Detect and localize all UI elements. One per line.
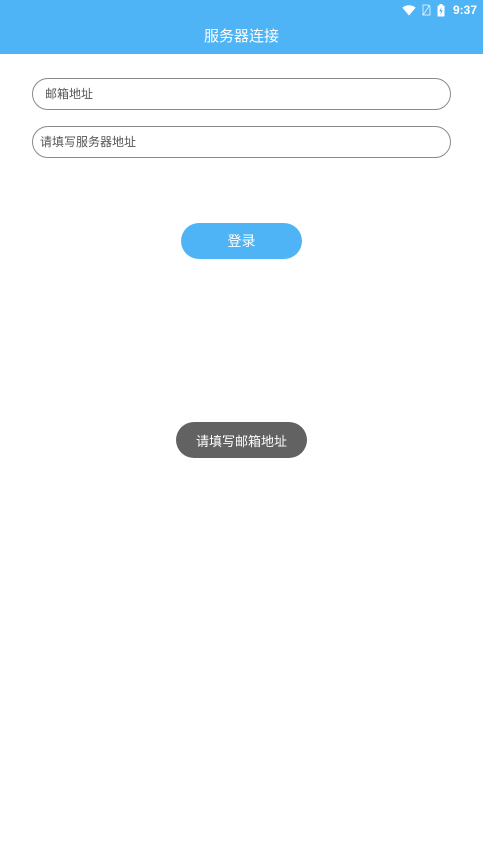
app-screen: 9:37 服务器连接 登录 请填写邮箱地址	[0, 0, 483, 860]
status-time: 9:37	[452, 3, 477, 17]
toast-message: 请填写邮箱地址	[176, 422, 307, 458]
wifi-icon	[402, 4, 416, 16]
server-address-input[interactable]	[33, 127, 450, 157]
server-address-field[interactable]	[32, 126, 451, 158]
toast-text: 请填写邮箱地址	[195, 434, 287, 450]
battery-charging-icon	[437, 3, 445, 17]
page-title: 服务器连接	[203, 26, 279, 45]
login-button-label: 登录	[227, 234, 256, 250]
email-input[interactable]	[33, 79, 450, 109]
email-field[interactable]	[32, 78, 451, 110]
no-sim-icon	[422, 4, 431, 16]
status-bar: 9:37	[0, 0, 483, 20]
title-bar: 服务器连接	[0, 20, 483, 54]
login-button[interactable]: 登录	[181, 223, 302, 259]
